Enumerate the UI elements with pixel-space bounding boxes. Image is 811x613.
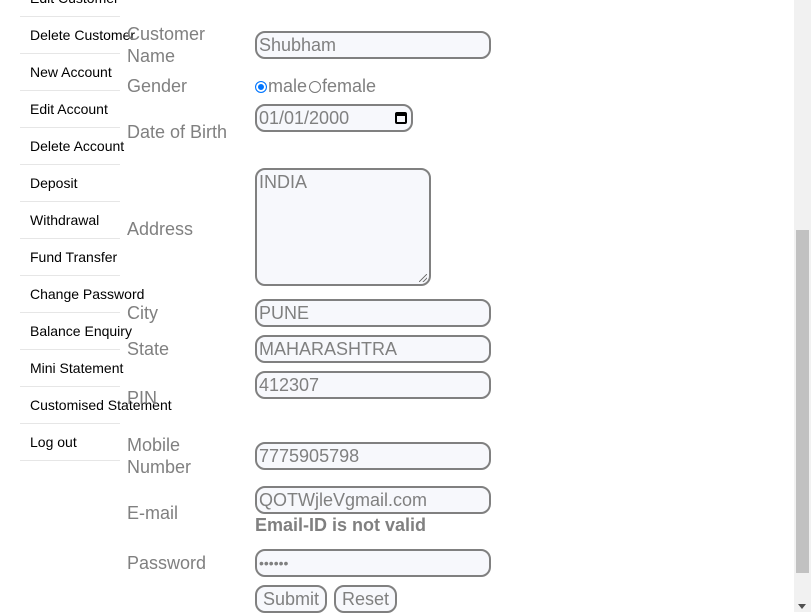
pin-label: PIN (127, 388, 158, 408)
address-textarea[interactable]: INDIA (255, 168, 431, 286)
scrollbar-thumb[interactable] (796, 230, 809, 573)
gender-female-radio[interactable] (309, 80, 322, 93)
nav-log-out[interactable]: Log out (20, 424, 120, 461)
dob-label: Date of Birth (127, 122, 228, 142)
dob-date-input[interactable]: 01/01/2000 (255, 104, 413, 132)
customer-name-input[interactable]: Shubham (255, 31, 491, 59)
email-input[interactable]: QOTWjleVgmail.com (255, 486, 491, 514)
resize-grip-icon[interactable] (419, 274, 427, 282)
submit-button[interactable]: Submit (255, 585, 328, 613)
mobile-label-line1: Mobile (127, 435, 181, 455)
nav-delete-customer[interactable]: Delete Customer (20, 17, 135, 54)
gender-male-label: male (268, 76, 308, 96)
nav-balance-enquiry[interactable]: Balance Enquiry (20, 313, 132, 350)
dob-value: 01/01/2000 (259, 108, 350, 128)
state-label: State (127, 339, 170, 359)
address-value: INDIA (259, 172, 308, 192)
reset-button[interactable]: Reset (334, 585, 398, 613)
vertical-scrollbar[interactable] (794, 0, 811, 612)
password-input[interactable]: •••••• (255, 549, 491, 577)
mobile-number-input[interactable]: 7775905798 (255, 442, 491, 470)
pin-input[interactable]: 412307 (255, 371, 491, 399)
email-label: E-mail (127, 503, 179, 523)
nav-delete-account[interactable]: Delete Account (20, 128, 124, 165)
calendar-icon[interactable] (395, 112, 407, 124)
gender-male-radio[interactable] (255, 80, 267, 93)
email-error-message: Email-ID is not valid (255, 515, 427, 535)
city-label: City (127, 303, 158, 323)
scroll-down-arrow-icon[interactable] (798, 604, 806, 609)
gender-label: Gender (127, 76, 188, 96)
customer-name-label-line2: Name (127, 46, 176, 66)
nav-edit-customer[interactable]: Edit Customer (20, 0, 120, 17)
city-input[interactable]: PUNE (255, 299, 491, 327)
nav-mini-statement[interactable]: Mini Statement (20, 350, 123, 387)
mobile-label-line2: Number (127, 457, 192, 477)
password-label: Password (127, 553, 207, 573)
nav-new-account[interactable]: New Account (20, 54, 120, 91)
mobile-number-label: Mobile Number (127, 434, 191, 478)
nav-edit-account[interactable]: Edit Account (20, 91, 120, 128)
gender-radio-group: male female (255, 76, 376, 97)
nav-deposit[interactable]: Deposit (20, 165, 120, 202)
customer-name-label: Customer Name (127, 23, 205, 67)
state-input[interactable]: MAHARASHTRA (255, 335, 491, 363)
nav-withdrawal[interactable]: Withdrawal (20, 202, 120, 239)
nav-change-password[interactable]: Change Password (20, 276, 144, 313)
customer-name-label-line1: Customer (127, 24, 206, 44)
address-label: Address (127, 219, 194, 239)
nav-fund-transfer[interactable]: Fund Transfer (20, 239, 120, 276)
nav-customised-statement[interactable]: Customised Statement (20, 387, 172, 424)
sidebar-menu: Edit Customer Delete Customer New Accoun… (20, 0, 172, 461)
gender-female-label: female (322, 76, 377, 96)
